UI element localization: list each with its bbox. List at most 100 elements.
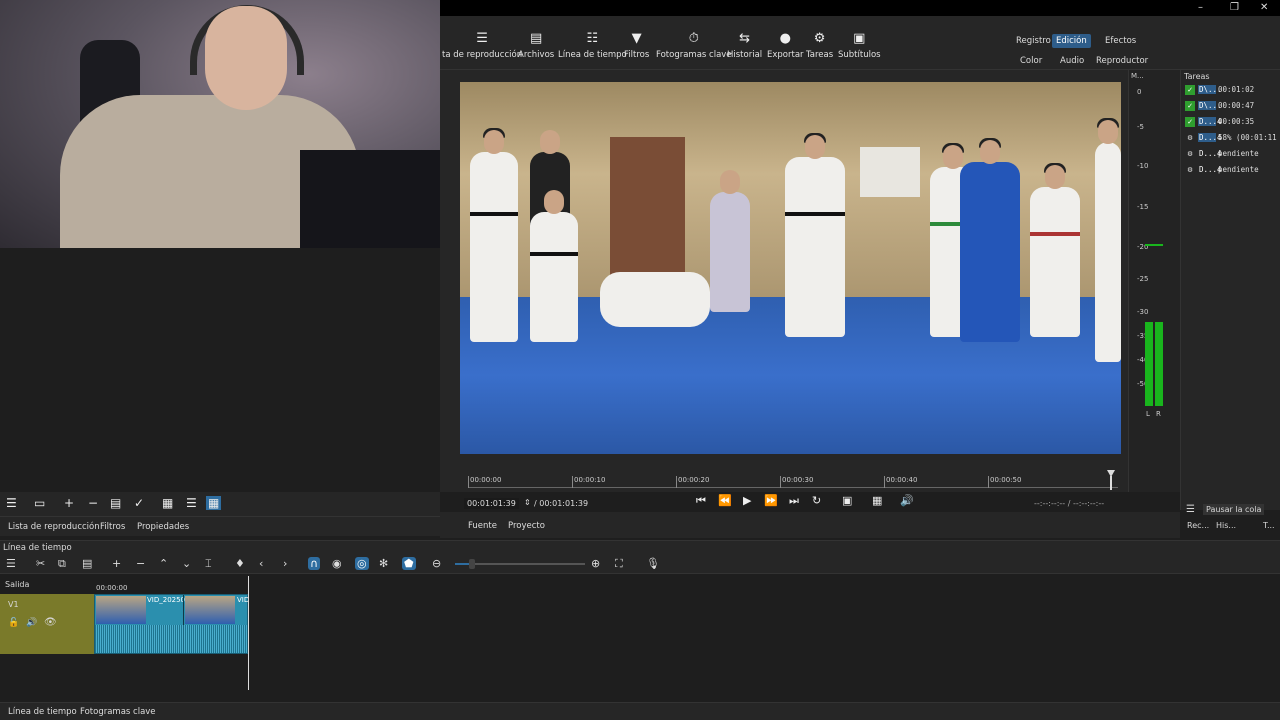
toolbar-export-button[interactable]: ● Exportar — [767, 32, 804, 61]
player-playhead[interactable] — [1107, 470, 1115, 490]
paste-icon[interactable]: ▤ — [82, 557, 92, 570]
close-icon[interactable]: ✕ — [1260, 2, 1268, 13]
list-icon: ☰ — [476, 31, 488, 46]
playlist-panel — [0, 248, 440, 492]
snap-icon[interactable]: ∩ — [308, 557, 321, 570]
ripple-delete-icon[interactable]: − — [136, 557, 145, 570]
transport-bar: 00:01:01:39 ⇕ / 00:01:01:39 ⏮ ⏪ ▶ ⏩ ⏭ ↻ … — [440, 492, 1128, 512]
menu-icon[interactable]: ☰ — [6, 496, 17, 510]
tab-properties[interactable]: Propiedades — [137, 522, 189, 532]
append-icon[interactable]: + — [112, 557, 121, 570]
menu-icon[interactable]: ☰ — [1186, 504, 1195, 515]
remove-icon[interactable]: − — [88, 496, 98, 510]
timeline-playhead[interactable] — [248, 576, 249, 690]
timeline-icon: ☷ — [586, 31, 599, 46]
tab-recent[interactable]: Rec... — [1187, 521, 1209, 530]
overwrite-icon[interactable]: ⌄ — [182, 557, 191, 570]
prev-marker-icon[interactable]: ‹ — [259, 557, 263, 570]
in-out-timecode: --:--:--:-- / --:--:--:-- — [1034, 499, 1105, 508]
mute-icon[interactable]: 🔊 — [26, 618, 37, 628]
ripple-markers-icon[interactable]: ⬟ — [402, 557, 416, 570]
toolbar-subtitles-button[interactable]: ▣ Subtítulos — [838, 32, 881, 61]
layout-registro-button[interactable]: Registro — [1012, 34, 1055, 48]
grid-icon[interactable]: ▦ — [872, 494, 882, 507]
timeline-clip[interactable]: VID_20250 VID — [94, 594, 249, 654]
lock-icon[interactable]: 🔓 — [8, 618, 19, 628]
tab-project[interactable]: Proyecto — [508, 521, 545, 531]
menu-icon[interactable]: ☰ — [6, 557, 16, 570]
player-source-tabs: Fuente Proyecto — [440, 512, 1180, 538]
zoom-fit-icon[interactable]: ⛶ — [615, 557, 623, 571]
meter-level: 0 — [1137, 88, 1142, 96]
minimize-icon[interactable]: – — [1198, 2, 1203, 13]
marker-icon[interactable]: ♦ — [235, 557, 245, 570]
task-item[interactable]: ⚙ D...4pendiente — [1185, 165, 1259, 175]
list-view-icon[interactable]: ☰ — [186, 496, 197, 510]
layout-edicion-button[interactable]: Edición — [1052, 34, 1091, 48]
zoom-icon[interactable]: ▣ — [842, 494, 852, 507]
meter-right-label: R — [1156, 410, 1161, 418]
icon-view-icon[interactable]: ▦ — [206, 496, 222, 510]
toolbar-history-button[interactable]: ⇆ Historial — [727, 31, 762, 61]
volume-icon[interactable]: 🔊 — [900, 494, 914, 507]
add-icon[interactable]: + — [64, 496, 74, 510]
lift-icon[interactable]: ⌃ — [159, 557, 168, 570]
tasks-panel: Tareas ✓ D\...00:01:02 ✓ D\...00:00:47 ✓ D.… — [1180, 70, 1280, 530]
play-icon[interactable]: ▶ — [743, 494, 751, 507]
meter-bar-right — [1155, 322, 1163, 406]
history-icon: ⇆ — [739, 31, 751, 46]
tab-source[interactable]: Fuente — [468, 521, 497, 531]
skip-end-icon[interactable]: ⏭ — [789, 494, 799, 508]
record-audio-icon[interactable]: 🎙 — [646, 557, 660, 570]
video-preview[interactable] — [460, 82, 1121, 454]
check-icon[interactable]: ✓ — [134, 496, 144, 510]
next-marker-icon[interactable]: › — [283, 557, 287, 570]
fast-forward-icon[interactable]: ⏩ — [764, 494, 778, 507]
tab-history[interactable]: His... — [1216, 521, 1236, 530]
layout-reproductor-button[interactable]: Reproductor — [1092, 54, 1152, 68]
split-icon[interactable]: ⌶ — [205, 557, 212, 571]
detail-view-icon[interactable]: ▦ — [162, 496, 173, 510]
toolbar-tasks-button[interactable]: ⚙ Tareas — [806, 32, 833, 61]
layout-efectos-button[interactable]: Efectos — [1101, 34, 1140, 48]
ripple-all-icon[interactable]: ✻ — [379, 557, 388, 570]
rewind-icon[interactable]: ⏪ — [718, 494, 732, 507]
toolbar-timeline-button[interactable]: ☷ Línea de tiempo — [558, 31, 627, 61]
task-item[interactable]: ⚙ D...458% (00:01:11 — [1185, 133, 1277, 143]
toolbar-filters-button[interactable]: ▼ Filtros — [624, 32, 649, 61]
position-timecode[interactable]: 00:01:01:39 — [464, 498, 519, 509]
copy-icon[interactable]: ⧉ — [58, 557, 66, 571]
tab-playlist[interactable]: Lista de reproducción — [8, 522, 100, 532]
cut-icon[interactable]: ✂ — [36, 557, 45, 570]
toolbar-playlist-button[interactable]: ☰ ta de reproducción — [442, 31, 522, 61]
zoom-out-icon[interactable]: ⊖ — [432, 557, 441, 570]
task-item[interactable]: ✓ D\...00:00:47 — [1185, 101, 1254, 111]
tab-timeline[interactable]: Línea de tiempo — [8, 707, 77, 717]
restore-icon[interactable]: ❐ — [1230, 2, 1239, 13]
task-item[interactable]: ✓ D\...00:01:02 — [1185, 85, 1254, 95]
track-header-v1[interactable]: V1 🔓 🔊 👁 — [0, 594, 94, 654]
layout-audio-button[interactable]: Audio — [1056, 54, 1088, 68]
tab-keyframes[interactable]: Fotogramas clave — [80, 707, 156, 717]
pause-queue-button[interactable]: Pausar la cola — [1203, 504, 1265, 515]
toolbar-files-button[interactable]: ▤ Archivos — [518, 32, 554, 61]
task-item[interactable]: ⚙ D...4pendiente — [1185, 149, 1259, 159]
loop-icon[interactable]: ↻ — [812, 494, 821, 507]
scrub-icon[interactable]: ◉ — [332, 557, 342, 570]
meter-level: -25 — [1137, 275, 1149, 283]
toolbar-keyframes-button[interactable]: ⏱ Fotogramas clave — [656, 32, 732, 61]
ripple-icon[interactable]: ◎ — [355, 557, 369, 570]
tab-filters[interactable]: Filtros — [100, 522, 125, 532]
task-item[interactable]: ✓ D...400:00:35 — [1185, 117, 1254, 127]
update-icon[interactable]: ▤ — [110, 496, 121, 510]
position-spinner-icon[interactable]: ⇕ — [524, 498, 531, 507]
player-ruler[interactable]: 00:00:00 00:00:10 00:00:20 00:00:30 00:0… — [460, 470, 1120, 490]
tab-tasks[interactable]: T... — [1263, 521, 1275, 530]
eye-icon[interactable]: 👁 — [44, 617, 57, 628]
open-icon[interactable]: ▭ — [34, 496, 45, 510]
zoom-slider[interactable] — [455, 559, 585, 569]
skip-start-icon[interactable]: ⏮ — [696, 494, 706, 508]
layout-color-button[interactable]: Color — [1016, 54, 1046, 68]
zoom-in-icon[interactable]: ⊕ — [591, 557, 600, 570]
track-label: V1 — [8, 600, 19, 609]
